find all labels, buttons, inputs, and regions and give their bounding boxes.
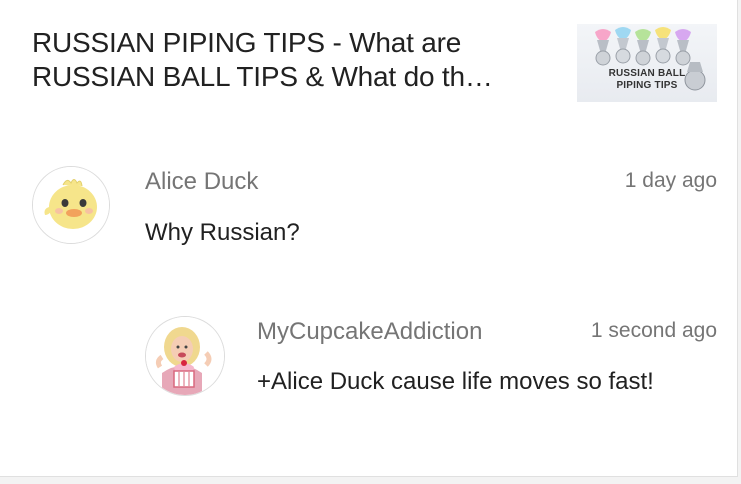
video-header[interactable]: RUSSIAN PIPING TIPS - What are RUSSIAN B…	[32, 24, 732, 114]
reply-comment: MyCupcakeAddiction 1 second ago +Alice D…	[0, 312, 737, 452]
comment-notification-card: RUSSIAN PIPING TIPS - What are RUSSIAN B…	[0, 0, 738, 477]
duck-avatar-icon[interactable]	[32, 166, 110, 244]
reply-text: +Alice Duck cause life moves so fast!	[257, 368, 654, 395]
video-thumbnail[interactable]: RUSSIAN BALL PIPING TIPS	[577, 24, 717, 102]
comment-text: Why Russian?	[145, 219, 300, 246]
thumbnail-caption-line2: PIPING TIPS	[616, 80, 678, 91]
reply-time: 1 second ago	[590, 319, 717, 342]
thumbnail-caption-line1: RUSSIAN BALL	[608, 68, 686, 79]
video-title[interactable]: RUSSIAN PIPING TIPS - What are RUSSIAN B…	[32, 26, 552, 94]
reply-author[interactable]: MyCupcakeAddiction	[257, 318, 482, 346]
thumbnail-caption: RUSSIAN BALL PIPING TIPS	[577, 68, 717, 92]
comment-author[interactable]: Alice Duck	[145, 168, 258, 196]
comment: Alice Duck 1 day ago Why Russian?	[0, 160, 737, 270]
comment-time: 1 day ago	[624, 169, 717, 192]
cupcake-avatar-icon[interactable]	[145, 316, 225, 396]
